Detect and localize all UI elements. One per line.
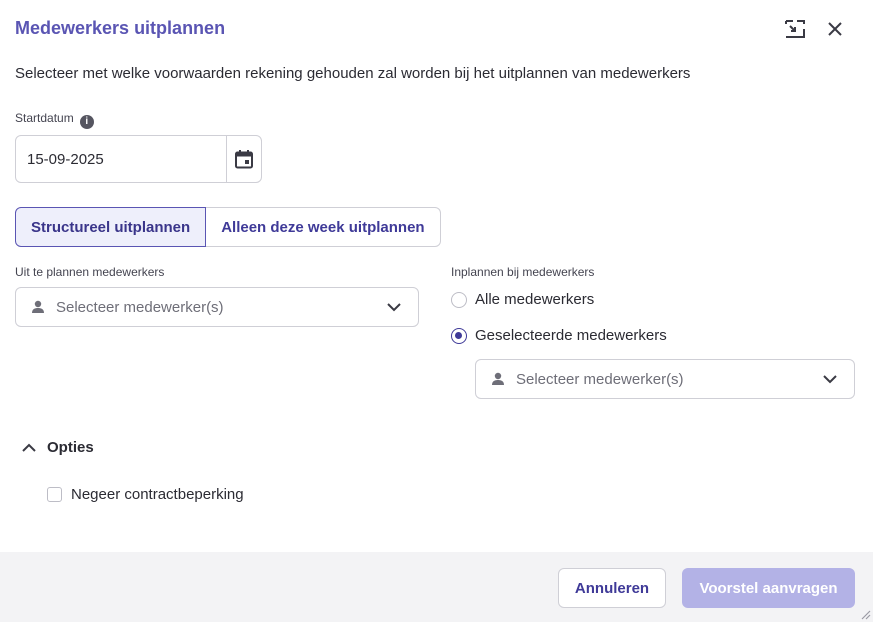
ignore-contract-limit-option[interactable]: Negeer contractbeperking xyxy=(47,486,244,503)
person-icon xyxy=(490,371,506,387)
left-select-label: Uit te plannen medewerkers xyxy=(15,265,165,279)
expand-button[interactable] xyxy=(783,17,807,41)
radio-alle-medewerkers[interactable]: Alle medewerkers xyxy=(451,291,594,308)
radio-button[interactable] xyxy=(451,327,467,344)
radio-label: Geselecteerde medewerkers xyxy=(475,327,667,344)
radio-label: Alle medewerkers xyxy=(475,291,595,308)
planning-mode-toggle: Structureel uitplannen Alleen deze week … xyxy=(15,207,441,247)
startdate-field xyxy=(15,135,262,183)
select-placeholder: Selecteer medewerker(s) xyxy=(56,298,224,316)
close-icon xyxy=(828,22,842,36)
dialog-title: Medewerkers uitplannen xyxy=(15,18,226,38)
close-button[interactable] xyxy=(823,17,847,41)
chevron-down-icon xyxy=(386,299,402,315)
chevron-up-icon xyxy=(22,443,36,452)
startdate-label-text: Startdatum xyxy=(15,111,74,125)
radio-geselecteerde-medewerkers[interactable]: Geselecteerde medewerkers xyxy=(451,327,667,344)
tab-alleen-deze-week[interactable]: Alleen deze week uitplannen xyxy=(206,207,441,247)
tab-structureel[interactable]: Structureel uitplannen xyxy=(15,207,207,247)
checkbox[interactable] xyxy=(47,487,62,502)
chevron-down-icon xyxy=(822,371,838,387)
right-group-label: Inplannen bij medewerkers xyxy=(451,265,595,279)
startdate-input[interactable] xyxy=(16,136,226,182)
options-title: Opties xyxy=(47,439,94,456)
radio-button[interactable] xyxy=(451,291,467,308)
checkbox-label: Negeer contractbeperking xyxy=(71,486,244,503)
startdate-label: Startdatum i xyxy=(15,111,94,129)
employees-to-plan-select[interactable]: Selecteer medewerker(s) xyxy=(15,287,419,327)
request-proposal-button[interactable]: Voorstel aanvragen xyxy=(682,568,855,608)
expand-icon xyxy=(785,20,805,38)
calendar-button[interactable] xyxy=(226,136,261,182)
cancel-button[interactable]: Annuleren xyxy=(558,568,666,608)
info-icon[interactable]: i xyxy=(79,115,94,129)
options-toggle[interactable]: Opties xyxy=(22,439,94,456)
select-placeholder: Selecteer medewerker(s) xyxy=(516,370,684,388)
resize-handle-icon[interactable] xyxy=(859,608,871,620)
person-icon xyxy=(30,299,46,315)
dialog-description: Selecteer met welke voorwaarden rekening… xyxy=(15,65,691,82)
calendar-icon xyxy=(235,150,253,169)
selected-employees-select[interactable]: Selecteer medewerker(s) xyxy=(475,359,855,399)
